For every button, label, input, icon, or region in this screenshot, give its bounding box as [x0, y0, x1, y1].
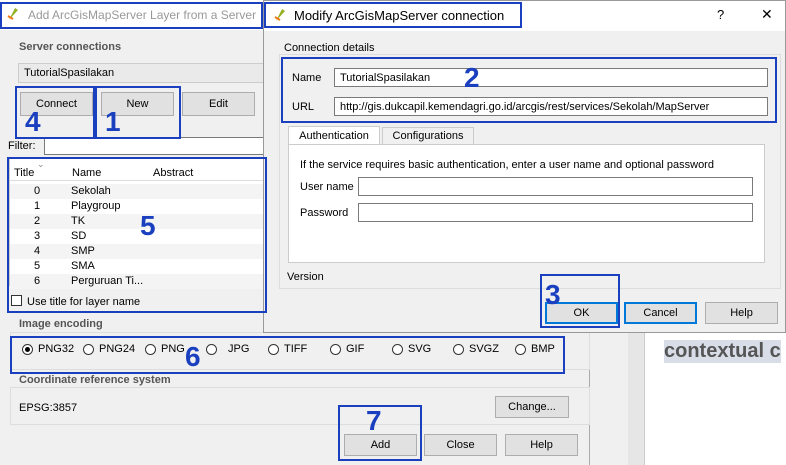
annotation-number-5: 5 — [140, 210, 156, 241]
filter-label: Filter: — [8, 140, 36, 152]
cancel-button[interactable]: Cancel — [624, 302, 697, 324]
edit-button[interactable]: Edit — [182, 92, 255, 116]
contextual-text: contextual c — [664, 340, 781, 363]
crs-value: EPSG:3857 — [19, 402, 78, 414]
annotation-number-2: 2 — [464, 62, 480, 93]
annotation-number-6: 6 — [185, 341, 201, 372]
annotation-number-1: 1 — [105, 106, 121, 137]
annotation-box-5 — [7, 157, 267, 313]
tab-authentication[interactable]: Authentication — [288, 126, 380, 145]
modify-connection-dialog: Modify ArcGisMapServer connection ? ✕ Co… — [263, 0, 786, 333]
username-field[interactable] — [358, 177, 753, 196]
modify-help-button[interactable]: Help — [705, 302, 778, 324]
change-crs-button[interactable]: Change... — [495, 396, 569, 418]
help-button[interactable]: Help — [505, 434, 578, 456]
server-connections-label: Server connections — [19, 41, 122, 53]
annotation-number-4: 4 — [25, 106, 41, 137]
annotation-number-7: 7 — [366, 405, 382, 436]
annotation-box-2 — [281, 57, 777, 123]
crs-label: Coordinate reference system — [19, 374, 171, 386]
password-field[interactable] — [358, 203, 753, 222]
close-icon[interactable]: ✕ — [761, 6, 773, 23]
tab-configurations[interactable]: Configurations — [382, 127, 474, 145]
username-label: User name — [300, 181, 354, 193]
password-label: Password — [300, 207, 349, 219]
auth-hint: If the service requires basic authentica… — [300, 159, 714, 171]
authentication-panel: If the service requires basic authentica… — [288, 144, 765, 263]
background-window: contextual c — [590, 330, 786, 465]
help-question-icon[interactable]: ? — [717, 7, 724, 22]
version-label: Version — [287, 271, 324, 283]
annotation-box-front-title — [264, 2, 522, 28]
annotation-number-3: 3 — [545, 279, 561, 310]
scrollbar[interactable] — [628, 330, 644, 465]
filter-input[interactable] — [44, 137, 268, 155]
server-connection-select[interactable]: TutorialSpasilakan — [18, 63, 268, 83]
close-button[interactable]: Close — [424, 434, 497, 456]
connection-details-label: Connection details — [284, 42, 375, 54]
annotation-box-back-title — [0, 2, 263, 29]
image-encoding-label: Image encoding — [19, 318, 103, 330]
annotation-box-6 — [10, 336, 565, 374]
